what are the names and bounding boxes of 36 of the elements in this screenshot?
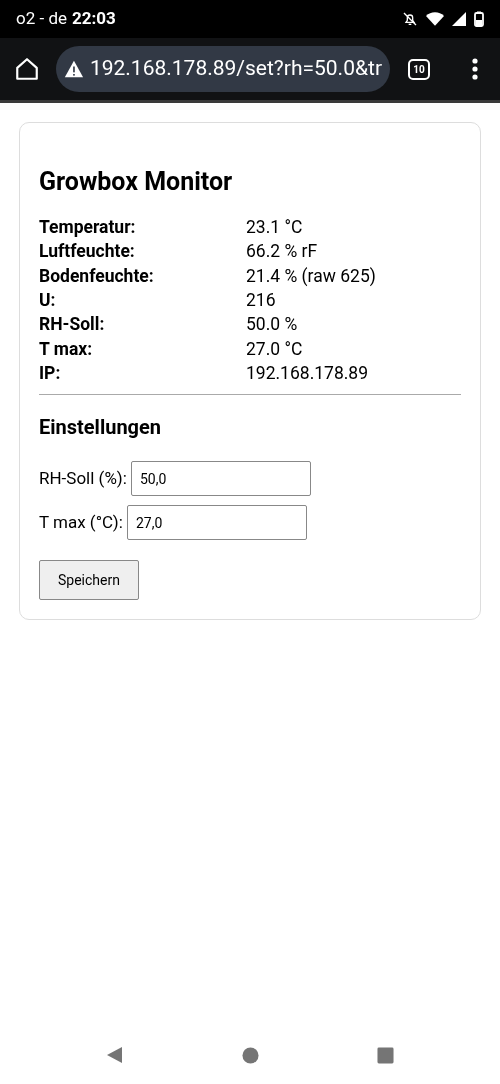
reading-value: 216 (246, 288, 276, 312)
warning-icon (64, 59, 84, 79)
home-icon[interactable] (14, 56, 40, 82)
bell-off-icon (402, 11, 418, 27)
clock-time: 22:03 (72, 7, 116, 31)
more-icon[interactable] (472, 58, 478, 80)
reading-label: Temperatur: (39, 216, 137, 240)
field-label: T max (°C): (39, 510, 123, 534)
settings-title: Einstellungen (39, 415, 163, 440)
reading-value: 21.4 % (raw 625) (246, 264, 376, 288)
reading-label: Luftfeuchte: (39, 240, 136, 264)
signal-icon (452, 12, 466, 26)
save-button[interactable]: Speichern (39, 560, 139, 601)
reading-label: T max: (39, 337, 94, 361)
recents-icon[interactable] (377, 1046, 394, 1064)
reading-value: 27.0 °C (246, 337, 303, 361)
wifi-icon (426, 11, 444, 27)
reading-label: IP: (39, 361, 62, 385)
input-field[interactable]: 50,0 (130, 461, 311, 497)
reading-label: RH-Soll: (39, 313, 106, 337)
carrier-name: o2 - de (16, 7, 67, 31)
reading-value: 23.1 °C (246, 216, 303, 240)
back-icon[interactable] (106, 1046, 124, 1064)
page-title: Growbox Monitor (39, 167, 234, 197)
address-bar[interactable]: 192.168.178.89/set?rh=50.0&tr (56, 46, 390, 92)
field-label: RH-Soll (%): (39, 466, 127, 490)
home-circle-icon[interactable] (242, 1046, 259, 1064)
battery-icon (474, 11, 484, 27)
reading-value: 50.0 % (246, 313, 298, 337)
url-text: 192.168.178.89/set?rh=50.0&tr (89, 55, 382, 83)
input-field[interactable]: 27,0 (126, 505, 307, 541)
reading-value: 66.2 % rF (246, 240, 318, 264)
reading-label: U: (39, 288, 57, 312)
reading-label: Bodenfeuchte: (39, 264, 155, 288)
tab-count-button[interactable]: 10 (408, 58, 430, 80)
reading-value: 192.168.178.89 (246, 361, 369, 385)
